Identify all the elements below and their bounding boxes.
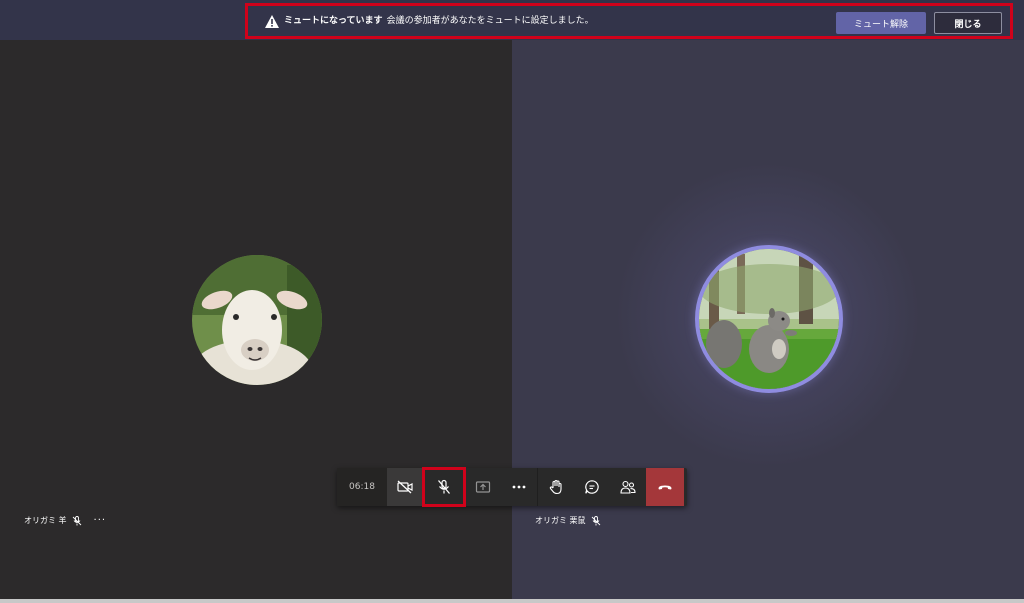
- call-controls-toolbar: 06:18: [337, 467, 687, 507]
- participant-name-text: オリガミ 栗鼠: [535, 516, 586, 525]
- camera-off-icon: [397, 480, 413, 494]
- avatar-sheep: [192, 255, 322, 385]
- hand-icon: [549, 479, 562, 495]
- call-timer: 06:18: [337, 468, 387, 506]
- ellipsis-icon: [512, 485, 526, 489]
- banner-text: ミュートになっています 会議の参加者があなたをミュートに設定しました。: [284, 15, 594, 28]
- close-banner-button[interactable]: 閉じる: [934, 12, 1002, 34]
- hang-up-button[interactable]: [646, 468, 684, 506]
- mic-off-icon: [591, 515, 600, 525]
- chat-icon: [585, 480, 599, 494]
- mic-off-icon: [438, 479, 450, 494]
- chat-button[interactable]: [574, 468, 610, 506]
- banner-message: 会議の参加者があなたをミュートに設定しました。: [386, 16, 594, 26]
- participant-name-text: オリガミ 羊: [24, 516, 67, 525]
- people-icon: [620, 480, 636, 494]
- sheep-photo: [192, 255, 322, 385]
- banner-title: ミュートになっています: [284, 16, 383, 26]
- phone-hangup-icon: [658, 485, 672, 490]
- squirrel-photo: [699, 249, 839, 389]
- microphone-toggle-button[interactable]: [422, 467, 466, 507]
- participant-name-squirrel: オリガミ 栗鼠: [535, 515, 601, 526]
- participants-button[interactable]: [610, 468, 646, 506]
- participant-tile-squirrel: オリガミ 栗鼠: [512, 40, 1024, 600]
- warning-icon: [265, 15, 279, 28]
- participant-more-button[interactable]: ···: [94, 515, 107, 525]
- avatar-squirrel: [695, 245, 843, 393]
- more-actions-button[interactable]: [501, 468, 537, 506]
- mic-off-icon: [72, 515, 81, 525]
- participant-tile-sheep: オリガミ 羊 ···: [0, 40, 512, 600]
- participant-name-sheep: オリガミ 羊 ···: [24, 515, 106, 526]
- bottom-scroll-strip: [0, 599, 1024, 603]
- share-icon: [475, 481, 491, 493]
- camera-toggle-button[interactable]: [387, 468, 423, 506]
- raise-hand-button[interactable]: [538, 468, 574, 506]
- muted-notification-banner: ミュートになっています 会議の参加者があなたをミュートに設定しました。 ミュート解…: [245, 3, 1013, 39]
- share-screen-button[interactable]: [465, 468, 501, 506]
- meeting-window: ミュートになっています 会議の参加者があなたをミュートに設定しました。 ミュート解…: [0, 0, 1024, 603]
- unmute-button[interactable]: ミュート解除: [836, 12, 926, 34]
